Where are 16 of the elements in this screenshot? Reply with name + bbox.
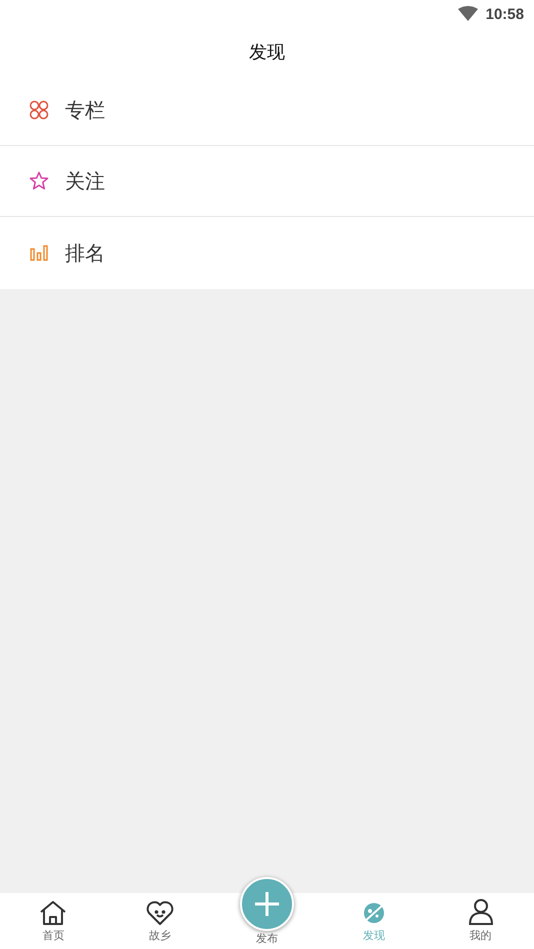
menu-item[interactable]: 专栏 — [0, 75, 534, 146]
status-time: 10:58 — [486, 6, 524, 22]
bar-chart-icon — [29, 243, 49, 263]
four-circles-icon — [29, 100, 49, 120]
menu-item[interactable]: 排名 — [0, 217, 534, 289]
tab[interactable]: 首页 — [0, 893, 107, 949]
tab[interactable]: 我的 — [427, 893, 534, 949]
menu-item[interactable]: 关注 — [0, 146, 534, 217]
house-icon — [39, 900, 68, 926]
tab[interactable]: 故乡 — [106, 893, 214, 949]
smiling-heart-icon — [146, 900, 174, 926]
star-icon — [29, 171, 49, 191]
tab[interactable]: 发布 — [214, 872, 320, 949]
page-title: 发现 — [249, 40, 285, 64]
wifi-icon — [458, 6, 478, 22]
person-icon — [466, 898, 495, 926]
